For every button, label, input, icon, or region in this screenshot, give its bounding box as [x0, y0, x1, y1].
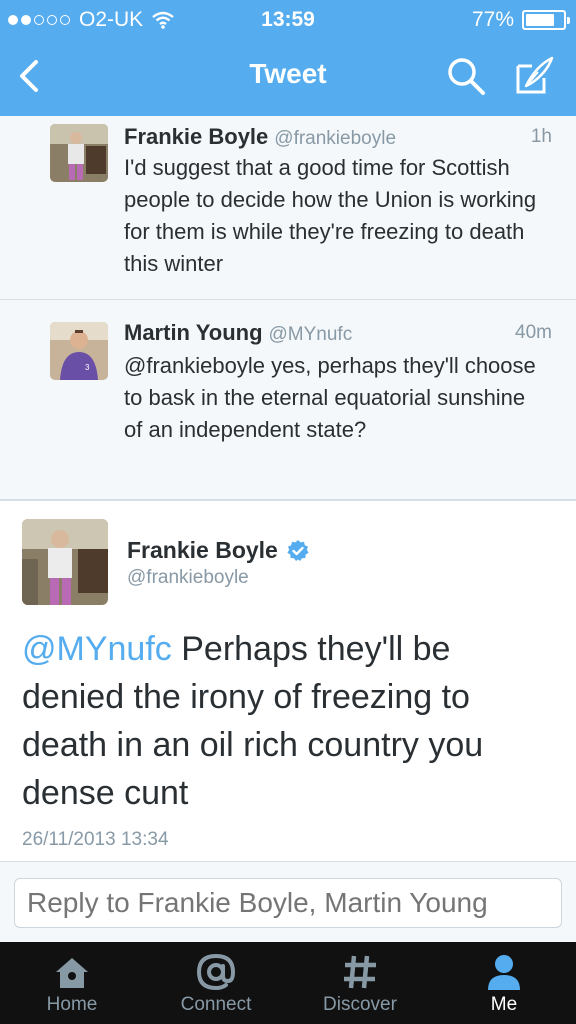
reply-tweet[interactable]: 3 Martin Young @MYnufc 40m @frankieboyle …: [0, 300, 576, 500]
main-tweet: Frankie Boyle @frankieboyle @MYnufc Perh…: [0, 500, 576, 862]
tweet-age: 40m: [515, 322, 552, 343]
tab-home[interactable]: Home: [0, 942, 144, 1024]
tab-label: Connect: [180, 994, 252, 1015]
svg-text:3: 3: [85, 363, 90, 372]
reply-tweet[interactable]: Frankie Boyle @frankieboyle 1h I'd sugges…: [0, 116, 576, 300]
tab-label: Me: [490, 994, 518, 1015]
home-icon: [56, 958, 88, 988]
verified-badge-icon: [287, 539, 309, 561]
mention-link[interactable]: @MYnufc: [22, 630, 172, 668]
reply-author[interactable]: Frankie Boyle @frankieboyle: [124, 124, 396, 150]
author-handle: @frankieboyle: [274, 128, 397, 149]
status-right: 77%: [471, 8, 570, 32]
battery-percent: 77%: [471, 8, 514, 31]
person-icon: [488, 955, 520, 990]
tab-label: Discover: [323, 994, 397, 1015]
hashtag-icon: [344, 955, 376, 989]
tab-discover[interactable]: Discover: [288, 942, 432, 1024]
author-name: Frankie Boyle: [124, 124, 269, 149]
tab-connect[interactable]: Connect: [144, 942, 288, 1024]
reply-author[interactable]: Martin Young @MYnufc: [124, 320, 352, 346]
battery-icon: [522, 10, 570, 30]
author-name: Frankie Boyle: [127, 537, 278, 563]
reply-input[interactable]: [14, 878, 562, 928]
compose-icon[interactable]: [510, 52, 558, 100]
page-title: Tweet: [249, 58, 327, 89]
tweet-text: I'd suggest that a good time for Scottis…: [124, 155, 537, 276]
nav-bar: Tweet: [0, 40, 576, 116]
avatar[interactable]: 3: [50, 322, 108, 380]
search-icon[interactable]: [444, 54, 488, 98]
reply-bar: [0, 862, 576, 942]
author-name-row[interactable]: Frankie Boyle: [127, 537, 310, 564]
avatar[interactable]: [22, 519, 108, 605]
author-handle[interactable]: @frankieboyle: [127, 567, 249, 589]
tweet-age: 1h: [530, 126, 552, 147]
at-sign-icon: [196, 953, 236, 991]
tweet-text: @frankieboyle yes, perhaps they'll choos…: [124, 353, 536, 442]
author-name: Martin Young: [124, 320, 263, 345]
tab-label: Home: [46, 994, 98, 1015]
tab-bar: Home Connect Discover Me: [0, 942, 576, 1024]
avatar[interactable]: [50, 124, 108, 182]
status-bar: O2-UK 13:59 77%: [0, 0, 576, 40]
tweet-text: @MYnufc Perhaps they'll be denied the ir…: [22, 625, 552, 817]
app-header: O2-UK 13:59 77% Tweet: [0, 0, 576, 116]
author-handle: @MYnufc: [268, 324, 353, 345]
tab-me[interactable]: Me: [432, 942, 576, 1024]
tweet-timestamp: 26/11/2013 13:34: [22, 829, 169, 850]
